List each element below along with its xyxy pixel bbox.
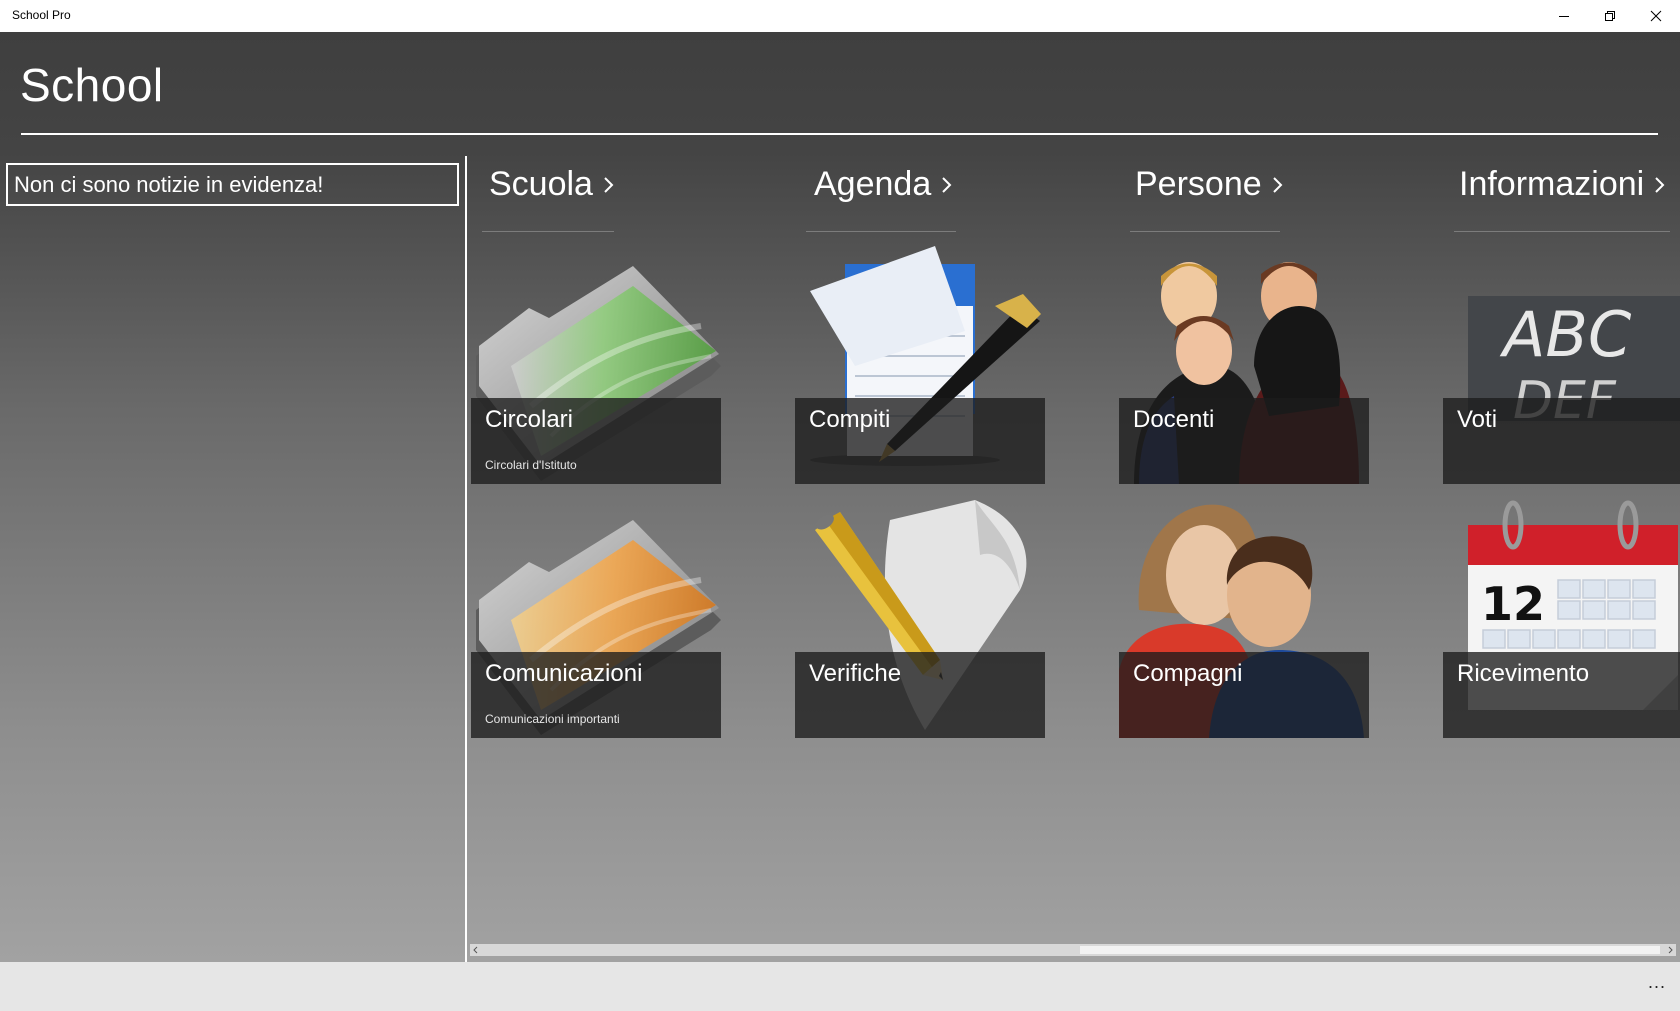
section-header-persone[interactable]: Persone [1135,165,1284,204]
section-header-label: Informazioni [1459,165,1645,203]
tile-comunicazioni[interactable]: Comunicazioni Comunicazioni importanti [471,500,721,738]
section-underline [1454,231,1670,232]
section-underline [482,231,614,232]
restore-button[interactable] [1587,0,1633,32]
section-header-agenda[interactable]: Agenda [814,165,953,204]
window-title: School Pro [12,8,71,22]
section-header-label: Persone [1135,165,1262,203]
tile-title: Voti [1457,406,1498,433]
bottom-app-bar: ... [0,962,1680,1011]
calendar-day-number: 12 [1481,577,1545,631]
tile-voti[interactable]: ABC DEF Voti [1443,246,1680,484]
tile-docenti[interactable]: Docenti [1119,246,1369,484]
section-underline [1130,231,1280,232]
tile-subtitle: Circolari d'Istituto [485,458,577,472]
tile-compagni[interactable]: Compagni [1119,500,1369,738]
more-options-button[interactable]: ... [1648,972,1666,993]
window-titlebar: School Pro [0,0,1680,32]
title-divider [21,133,1658,135]
tile-caption: Docenti [1119,398,1369,484]
tile-ricevimento[interactable]: 12 Ricevimento [1443,500,1680,738]
section-header-label: Scuola [489,165,593,203]
tile-title: Docenti [1133,406,1215,433]
minimize-button[interactable] [1541,0,1587,32]
app-content: School Non ci sono notizie in evidenza! … [0,32,1680,962]
close-button[interactable] [1633,0,1679,32]
close-icon [1650,10,1662,22]
tile-caption: Comunicazioni Comunicazioni importanti [471,652,721,738]
chevron-right-icon [1668,946,1673,954]
tile-title: Compiti [809,406,891,433]
section-underline [806,231,956,232]
panel-divider [465,156,467,962]
news-panel: Non ci sono notizie in evidenza! [6,163,459,206]
tile-title: Ricevimento [1457,660,1590,687]
tile-caption: Circolari Circolari d'Istituto [471,398,721,484]
tile-caption: Verifiche [795,652,1045,738]
section-header-label: Agenda [814,165,932,203]
scroll-left-button[interactable] [470,944,482,956]
tile-subtitle: Comunicazioni importanti [485,712,620,726]
page-title: School [20,59,164,111]
chevron-right-icon [1655,176,1665,193]
tile-title: Compagni [1133,660,1243,687]
chevron-right-icon [604,176,614,193]
tile-circolari[interactable]: Circolari Circolari d'Istituto [471,246,721,484]
tile-title: Verifiche [809,660,902,687]
tile-caption: Voti [1443,398,1680,484]
section-header-scuola[interactable]: Scuola [489,165,615,204]
chevron-right-icon [942,176,952,193]
minimize-icon [1559,16,1569,17]
tile-title: Circolari [485,406,574,433]
restore-icon [1605,11,1615,21]
chevron-left-icon [473,946,478,954]
tile-caption: Compagni [1119,652,1369,738]
scrollbar-thumb[interactable] [1080,946,1660,954]
section-header-informazioni[interactable]: Informazioni [1459,165,1666,204]
tile-compiti[interactable]: Compiti [795,246,1045,484]
tile-title: Comunicazioni [485,660,643,687]
chalkboard-text-line1: ABC [1499,298,1632,371]
horizontal-scrollbar[interactable] [470,944,1676,956]
scroll-right-button[interactable] [1664,944,1676,956]
chevron-right-icon [1272,176,1283,193]
tile-caption: Ricevimento [1443,652,1680,738]
tile-caption: Compiti [795,398,1045,484]
tile-verifiche[interactable]: Verifiche [795,500,1045,738]
